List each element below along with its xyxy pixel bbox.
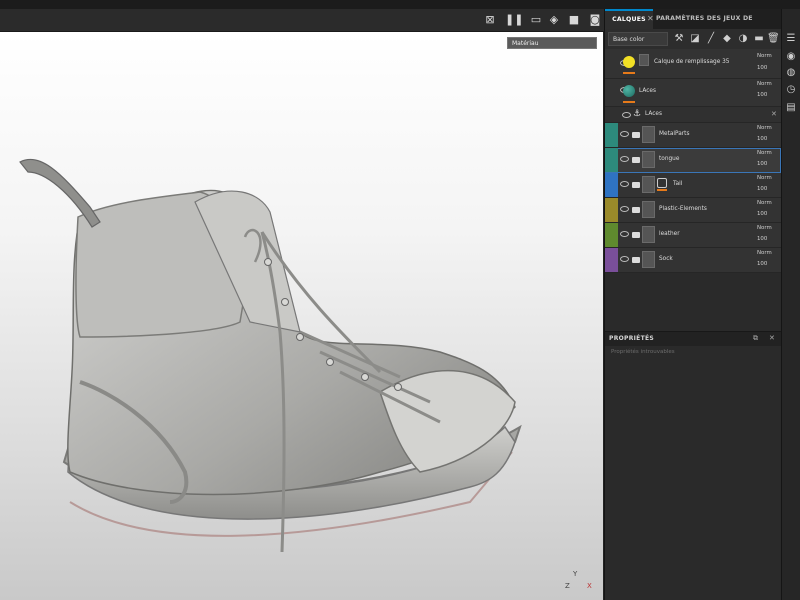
folder-icon[interactable]: ▬ — [753, 32, 765, 46]
properties-header: PROPRIÉTÉS ⧉ ✕ — [605, 331, 781, 346]
tab-calques[interactable]: CALQUES — [605, 9, 653, 29]
axis-gizmo: Y Z X — [565, 570, 592, 590]
viewport-toolbar: ⊠ ❚❚ ▭ ◈ ■ ◙ — [0, 9, 604, 32]
layer-row[interactable]: LAces Norm 100 — [605, 79, 781, 107]
eye-icon[interactable] — [620, 181, 629, 187]
effects-icon[interactable]: ⚒ — [673, 32, 685, 46]
folder-icon — [632, 157, 640, 163]
channel-select[interactable]: Base color — [608, 32, 668, 46]
mask-thumbnail — [639, 54, 649, 66]
layer-toolbar: Base color ⚒ ◪ ╱ ◆ ◑ ▬ 🗑 — [605, 29, 781, 49]
folder-icon — [632, 207, 640, 213]
eye-icon[interactable] — [620, 156, 629, 162]
eye-icon[interactable] — [620, 231, 629, 237]
folder-icon — [632, 182, 640, 188]
layer-row[interactable]: ⚓ LAces ✕ — [605, 107, 781, 123]
folder-icon — [632, 257, 640, 263]
title-bar — [0, 0, 800, 9]
cube-icon[interactable]: ◈ — [547, 13, 561, 27]
eye-icon[interactable] — [620, 206, 629, 212]
right-tool-strip: ☰ ◉ ◍ ◷ ▤ — [781, 9, 800, 600]
close-tab-icon[interactable]: ✕ — [647, 14, 654, 23]
close-icon[interactable]: ✕ — [771, 110, 777, 118]
layers-panel: CALQUES ✕ PARAMÈTRES DES JEUX DE TEXTURE… — [604, 9, 781, 600]
history-icon[interactable]: ◷ — [785, 84, 797, 96]
properties-title: PROPRIÉTÉS — [609, 335, 654, 342]
screenshot-icon[interactable]: ◙ — [588, 13, 602, 27]
fill-icon[interactable]: ◆ — [721, 32, 733, 46]
fill-color-swatch — [623, 56, 635, 68]
mask-thumbnail — [642, 226, 655, 243]
layer-row[interactable]: Sock Norm 100 — [605, 248, 781, 273]
mask-thumbnail — [642, 251, 655, 268]
mask-thumbnail — [642, 126, 655, 143]
video-icon[interactable]: ■ — [567, 13, 581, 27]
camera-icon[interactable]: ◉ — [785, 51, 797, 63]
3d-viewport[interactable]: Matériau Y Z X — [0, 32, 603, 600]
mask-icon[interactable]: ◪ — [689, 32, 701, 46]
eye-icon[interactable] — [620, 256, 629, 262]
layers-icon[interactable]: ☰ — [785, 33, 797, 45]
grid-icon[interactable]: ⊠ — [483, 13, 497, 27]
layer-row[interactable]: Calque de remplissage 35 Norm 100 — [605, 49, 781, 79]
mask-thumbnail — [642, 176, 655, 193]
tab-texture-set-settings[interactable]: PARAMÈTRES DES JEUX DE TEXTURES — [656, 9, 781, 42]
close-icon[interactable]: ✕ — [769, 334, 775, 342]
layer-row[interactable]: leather Norm 100 — [605, 223, 781, 248]
folder-icon — [632, 232, 640, 238]
pause-icon[interactable]: ❚❚ — [505, 13, 523, 27]
eye-icon[interactable] — [620, 131, 629, 137]
trash-icon[interactable]: 🗑 — [767, 32, 780, 46]
brush-icon[interactable]: ╱ — [705, 32, 717, 46]
panel-tabs: CALQUES ✕ PARAMÈTRES DES JEUX DE TEXTURE… — [605, 9, 781, 42]
material-sphere-icon — [623, 85, 635, 97]
properties-hint: Propriétés introuvables — [611, 349, 675, 355]
camera-icon[interactable]: ▭ — [529, 13, 543, 27]
globe-icon[interactable]: ◍ — [785, 67, 797, 79]
eye-icon[interactable] — [622, 112, 631, 118]
anchor-icon: ⚓ — [633, 109, 642, 119]
layer-row[interactable]: tongue Norm 100 — [605, 148, 781, 173]
add-layer-icon[interactable]: ◑ — [737, 32, 749, 46]
layer-row[interactable]: MetalParts Norm 100 — [605, 123, 781, 148]
mask-thumbnail — [642, 201, 655, 218]
folder-icon — [632, 132, 640, 138]
layer-row[interactable]: Plastic-Elements Norm 100 — [605, 198, 781, 223]
sneaker-model — [19, 158, 522, 553]
document-icon[interactable]: ▤ — [785, 102, 797, 114]
mask-thumbnail — [642, 151, 655, 168]
undock-icon[interactable]: ⧉ — [753, 334, 758, 343]
mask-icon — [657, 178, 667, 188]
layer-row[interactable]: Tail Norm 100 — [605, 173, 781, 198]
